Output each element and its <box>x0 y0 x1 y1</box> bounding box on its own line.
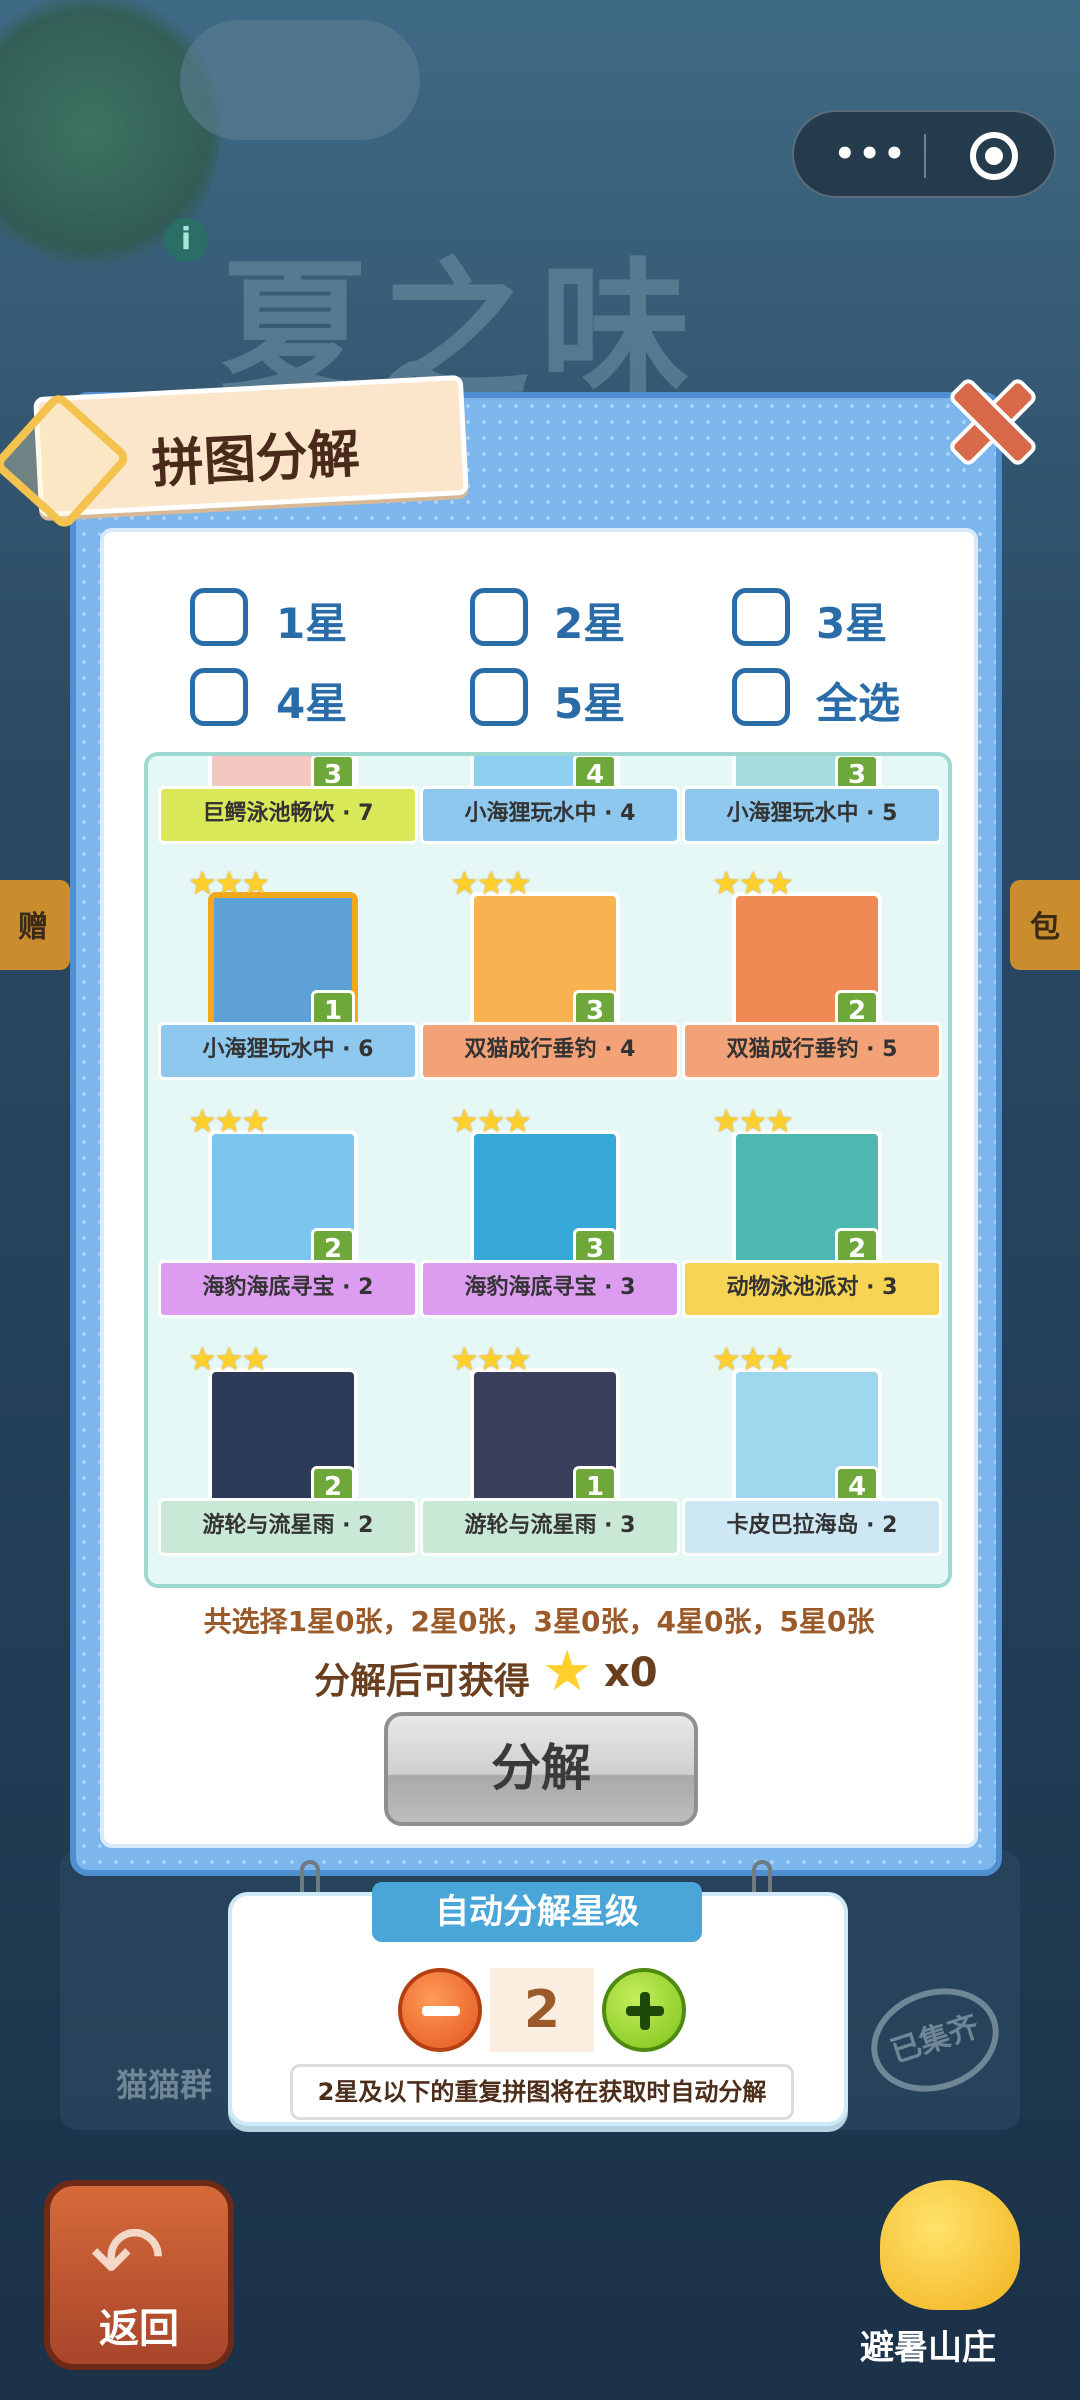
gift-tab[interactable]: 赠 <box>0 880 70 970</box>
star-rating-icon: ★★★ <box>450 1340 532 1378</box>
puzzle-card[interactable]: ★★★ 3 小海狸玩水中 · 5 <box>682 756 942 876</box>
puzzle-name-ribbon: 小海狸玩水中 · 5 <box>682 786 942 844</box>
close-button[interactable] <box>948 378 1028 458</box>
checkbox-3star[interactable] <box>732 588 790 646</box>
selection-summary: 共选择1星0张，2星0张，3星0张，4星0张，5星0张 <box>203 1605 875 1638</box>
auto-decompose-tip: 2星及以下的重复拼图将在获取时自动分解 <box>290 2064 794 2120</box>
puzzle-card[interactable]: ★★★ 3 海豹海底寻宝 · 3 <box>420 1102 680 1350</box>
checkbox-4star-label: 4星 <box>276 679 348 728</box>
puzzle-name-ribbon: 双猫成行垂钓 · 5 <box>682 1022 942 1080</box>
checkbox-2star[interactable] <box>470 588 528 646</box>
pack-tab-label: 包 <box>1030 910 1060 945</box>
puzzle-name-ribbon: 小海狸玩水中 · 4 <box>420 786 680 844</box>
checkbox-5star-label: 5星 <box>554 679 626 728</box>
puzzle-name-ribbon: 游轮与流星雨 · 2 <box>158 1498 418 1556</box>
puzzle-grid[interactable]: ★★★ 3 巨鳄泳池畅饮 · 7 ★★★ 4 小海狸玩水中 · 4 ★★★ 3 … <box>144 752 952 1588</box>
star-rating-icon: ★★★ <box>188 1340 270 1378</box>
decompose-button[interactable]: 分解 <box>384 1712 698 1826</box>
auto-level-value: 2 <box>490 1968 594 2052</box>
mini-program-capsule: ••• <box>792 110 1056 198</box>
puzzle-card[interactable]: ★★★ 2 游轮与流星雨 · 2 <box>158 1340 418 1584</box>
reward-label: 分解后可获得 <box>314 1661 531 1702</box>
puzzle-card[interactable]: ★★★ 3 双猫成行垂钓 · 4 <box>420 864 680 1112</box>
puzzle-card[interactable]: ★★★ 4 小海狸玩水中 · 4 <box>420 756 680 876</box>
diamond-icon <box>0 390 133 532</box>
puzzle-card[interactable]: ★★★ 4 卡皮巴拉海岛 · 2 <box>682 1340 942 1584</box>
decrease-level-button[interactable] <box>398 1968 482 2052</box>
cloud-decoration <box>180 20 420 140</box>
checkbox-5star[interactable] <box>470 668 528 726</box>
checkbox-1star[interactable] <box>190 588 248 646</box>
dialog-content: 1星 2星 3星 4星 5星 全选 ★★★ 3 巨鳄泳池畅饮 · 7 ★★★ 4… <box>100 528 978 1848</box>
checkbox-2star-label: 2星 <box>554 599 626 648</box>
checkbox-select-all[interactable] <box>732 668 790 726</box>
increase-level-button[interactable] <box>602 1968 686 2052</box>
star-rating-icon: ★★★ <box>450 864 532 902</box>
checkbox-4star[interactable] <box>190 668 248 726</box>
dialog-title: 拼图分解 <box>150 424 362 496</box>
puzzle-name-ribbon: 动物泳池派对 · 3 <box>682 1260 942 1318</box>
target-icon[interactable] <box>970 132 1018 180</box>
star-rating-icon: ★★★ <box>712 1340 794 1378</box>
puzzle-card[interactable]: ★★★ 3 巨鳄泳池畅饮 · 7 <box>158 756 418 876</box>
puzzle-name-ribbon: 巨鳄泳池畅饮 · 7 <box>158 786 418 844</box>
puzzle-card[interactable]: ★★★ 1 小海狸玩水中 · 6 <box>158 864 418 1112</box>
puzzle-card[interactable]: ★★★ 1 游轮与流星雨 · 3 <box>420 1340 680 1584</box>
puzzle-card[interactable]: ★★★ 2 海豹海底寻宝 · 2 <box>158 1102 418 1350</box>
more-dots-icon[interactable]: ••• <box>834 134 908 174</box>
puzzle-name-ribbon: 游轮与流星雨 · 3 <box>420 1498 680 1556</box>
checkbox-3star-label: 3星 <box>816 599 888 648</box>
puzzle-card[interactable]: ★★★ 2 动物泳池派对 · 3 <box>682 1102 942 1350</box>
puzzle-name-ribbon: 双猫成行垂钓 · 4 <box>420 1022 680 1080</box>
gift-tab-label: 赠 <box>18 910 48 945</box>
bg-card-label: 猫猫群 <box>116 2066 213 2104</box>
duck-icon[interactable] <box>880 2180 1020 2310</box>
info-icon[interactable]: i <box>164 218 208 262</box>
dialog-title-banner: 拼图分解 <box>0 374 469 532</box>
star-rating-icon: ★★★ <box>188 864 270 902</box>
puzzle-name-ribbon: 海豹海底寻宝 · 2 <box>158 1260 418 1318</box>
star-rating-icon: ★★★ <box>712 1102 794 1140</box>
star-rating-icon: ★★★ <box>712 864 794 902</box>
puzzle-name-ribbon: 小海狸玩水中 · 6 <box>158 1022 418 1080</box>
back-button-label: 返回 <box>99 2306 179 2352</box>
reward-value: x0 <box>604 1650 658 1696</box>
checkbox-select-all-label: 全选 <box>816 679 901 728</box>
star-icon: ★ <box>542 1639 593 1704</box>
checkbox-1star-label: 1星 <box>276 599 348 648</box>
back-button[interactable]: ↶ 返回 <box>44 2180 234 2370</box>
pack-tab[interactable]: 包 <box>1010 880 1080 970</box>
puzzle-name-ribbon: 卡皮巴拉海岛 · 2 <box>682 1498 942 1556</box>
star-rating-icon: ★★★ <box>450 1102 532 1140</box>
resort-label: 避暑山庄 <box>860 2328 996 2368</box>
puzzle-card[interactable]: ★★★ 2 双猫成行垂钓 · 5 <box>682 864 942 1112</box>
auto-decompose-panel: 自动分解星级 2 2星及以下的重复拼图将在获取时自动分解 <box>228 1882 848 2126</box>
puzzle-name-ribbon: 海豹海底寻宝 · 3 <box>420 1260 680 1318</box>
auto-decompose-header: 自动分解星级 <box>372 1882 702 1942</box>
capsule-divider <box>924 134 926 178</box>
star-rating-icon: ★★★ <box>188 1102 270 1140</box>
puzzle-decompose-dialog: 拼图分解 1星 2星 3星 4星 5星 全选 ★★★ 3 巨鳄泳池畅饮 · 7 … <box>0 374 1002 1876</box>
